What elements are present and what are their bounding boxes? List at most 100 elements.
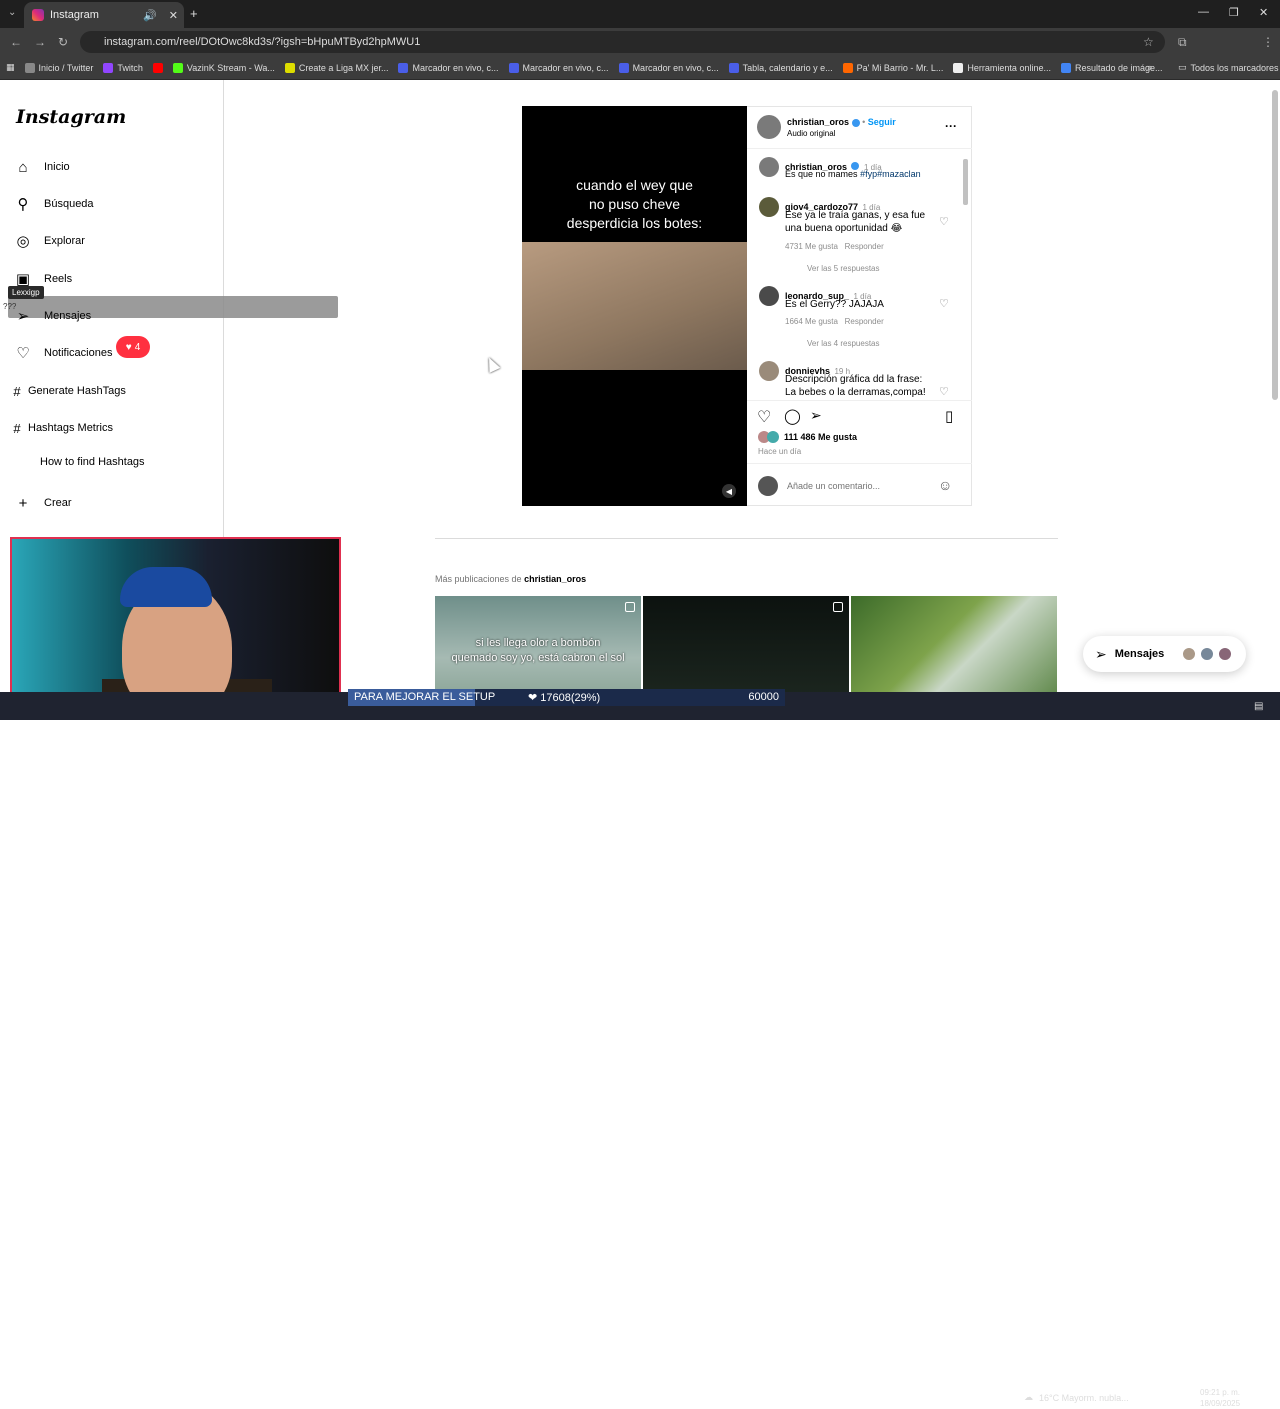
forward-icon[interactable]: → xyxy=(34,35,46,49)
reel-video[interactable]: cuando el wey que no puso cheve desperdi… xyxy=(522,106,747,506)
reload-icon[interactable]: ↻ xyxy=(58,35,68,49)
comment-input[interactable] xyxy=(787,478,927,494)
close-window-icon[interactable]: ✕ xyxy=(1259,6,1268,19)
menu-icon[interactable]: ⋮ xyxy=(1262,35,1274,49)
bookmark-item[interactable]: Marcador en vivo, c... xyxy=(508,62,609,73)
reply-button[interactable]: Responder xyxy=(845,242,884,251)
bookmark-item[interactable]: Marcador en vivo, c... xyxy=(398,62,499,73)
bookmark-item[interactable]: Twitch xyxy=(103,62,143,73)
page-scrollbar[interactable] xyxy=(1272,90,1278,400)
post-username[interactable]: christian_oros xyxy=(787,117,849,127)
apps-icon[interactable]: ▦ xyxy=(6,62,15,73)
avatar xyxy=(1182,647,1196,661)
follow-button[interactable]: Seguir xyxy=(868,117,896,127)
view-replies[interactable]: Ver las 4 respuestas xyxy=(807,339,879,348)
sidebar-item-inicio[interactable]: ⌂ Inicio xyxy=(14,154,69,180)
more-options-icon[interactable]: ··· xyxy=(945,119,957,133)
heart-icon: ♥ xyxy=(125,341,132,353)
comment-text: Ese ya le traía ganas, y esa fue una bue… xyxy=(785,210,926,234)
weather-text: 16°C Mayorm. nubla... xyxy=(1039,1392,1129,1403)
more-posts-username[interactable]: christian_oros xyxy=(524,574,586,584)
comment-text: Es el Gerry?? JAJAJA xyxy=(785,299,884,310)
system-clock[interactable]: 09:21 p. m. 18/09/2025 xyxy=(1200,1387,1240,1409)
likes-count[interactable]: 111 486 Me gusta xyxy=(784,432,857,442)
section-divider xyxy=(435,538,1058,539)
goal-target: 60000 xyxy=(748,691,779,703)
view-replies[interactable]: Ver las 5 respuestas xyxy=(807,264,879,273)
goal-current: ❤ 17608(29%) xyxy=(528,692,601,704)
avatar[interactable] xyxy=(757,115,781,139)
avatar[interactable] xyxy=(759,157,779,177)
save-icon[interactable]: ▯ xyxy=(945,407,953,425)
like-comment-icon[interactable]: ♡ xyxy=(939,215,949,228)
site-icon xyxy=(398,62,409,73)
close-tab-icon[interactable]: ✕ xyxy=(169,9,178,22)
bookmark-item[interactable]: VazinK Stream - Wa... xyxy=(172,62,275,73)
like-icon[interactable]: ♡ xyxy=(757,407,771,427)
sidebar-item-crear[interactable]: + Crear xyxy=(14,490,72,516)
comments-scrollbar[interactable] xyxy=(963,159,968,205)
bookmark-item[interactable]: Marcador en vivo, c... xyxy=(618,62,719,73)
instagram-logo[interactable]: Instagram xyxy=(16,106,126,128)
new-tab-icon[interactable]: + xyxy=(190,6,198,21)
comment-icon[interactable]: ◯ xyxy=(784,407,801,425)
avatar[interactable] xyxy=(759,286,779,306)
more-bookmarks-icon[interactable]: » xyxy=(1147,62,1152,72)
comment-likes[interactable]: 4731 Me gusta xyxy=(785,242,838,251)
weather-widget[interactable]: ☁ 16°C Mayorm. nubla... xyxy=(1024,1392,1129,1403)
speaker-icon[interactable]: 🔊 xyxy=(143,9,157,22)
sidebar-item-how-to-find-hashtags[interactable]: How to find Hashtags xyxy=(40,449,145,475)
url-field[interactable]: instagram.com/reel/DOtOwc8kd3s/?igsh=bHp… xyxy=(80,31,1165,53)
x-icon xyxy=(24,62,35,73)
heart-icon: ♡ xyxy=(16,345,30,362)
messages-button[interactable]: ➢ Mensajes xyxy=(1083,636,1246,672)
hashtag-link[interactable]: #fyp#mazaclan xyxy=(860,169,921,179)
minimize-icon[interactable]: — xyxy=(1198,6,1209,18)
bookmark-item[interactable]: Pa' Mi Barrio - Mr. L... xyxy=(842,62,943,73)
bookmark-item[interactable]: Inicio / Twitter xyxy=(24,62,93,73)
avatar[interactable] xyxy=(759,197,779,217)
bookmark-star-icon[interactable]: ☆ xyxy=(1143,35,1154,49)
emoji-icon[interactable]: ☺ xyxy=(938,477,952,493)
bookmark-item[interactable]: Tabla, calendario y e... xyxy=(728,62,833,73)
comment-text: Es que no mames #fyp#mazaclan xyxy=(785,169,921,179)
volume-icon[interactable]: ◀ xyxy=(722,484,736,498)
maximize-icon[interactable]: ❐ xyxy=(1229,6,1239,19)
extensions-icon[interactable]: ⧉ xyxy=(1178,35,1187,50)
like-comment-icon[interactable]: ♡ xyxy=(939,297,949,310)
avatar[interactable] xyxy=(759,361,779,381)
back-icon[interactable]: ← xyxy=(10,35,22,49)
sidebar-item-mensajes[interactable]: ➢ Mensajes xyxy=(14,303,91,329)
clock-time: 09:21 p. m. xyxy=(1200,1388,1241,1397)
divider xyxy=(747,400,972,401)
like-comment-icon[interactable]: ♡ xyxy=(939,385,949,398)
share-icon[interactable]: ➢ xyxy=(810,407,822,424)
sidebar-item-hashtags-metrics[interactable]: # Hashtags Metrics xyxy=(8,415,113,441)
reel-comments-panel: christian_oros • Seguir Audio original ·… xyxy=(747,106,972,506)
stream-goal-bar: PARA MEJORAR EL SETUP ❤ 17608(29%) 60000 xyxy=(348,689,785,706)
verified-icon xyxy=(851,118,860,127)
tab-title: Instagram xyxy=(50,9,99,21)
instagram-favicon-icon xyxy=(32,9,44,21)
sidebar-item-notificaciones[interactable]: ♡ Notificaciones xyxy=(14,340,112,366)
youtube-icon xyxy=(152,62,163,73)
browser-tab[interactable]: Instagram 🔊 ✕ xyxy=(24,2,184,28)
sidebar-item-generate-hashtags[interactable]: # Generate HashTags xyxy=(8,378,125,404)
reply-button[interactable]: Responder xyxy=(845,317,884,326)
audio-label[interactable]: Audio original xyxy=(787,129,835,138)
avatar xyxy=(1218,647,1232,661)
twitch-icon xyxy=(103,62,114,73)
all-bookmarks-folder[interactable]: ▭ Todos los marcadores xyxy=(1178,62,1279,73)
tab-list-icon[interactable]: ⌄ xyxy=(8,7,16,18)
avatar xyxy=(758,476,778,496)
bookmark-item[interactable]: Herramienta online... xyxy=(953,62,1051,73)
sidebar-item-explorar[interactable]: ◎ Explorar xyxy=(14,228,85,254)
comment-meta: 1664 Me gusta Responder xyxy=(785,317,884,326)
reel-icon xyxy=(833,602,843,612)
bookmark-item[interactable]: Create a Liga MX jer... xyxy=(284,62,388,73)
sidebar-item-busqueda[interactable]: ⚲ Búsqueda xyxy=(14,191,94,217)
notifications-icon[interactable]: ▤ xyxy=(1254,701,1263,712)
mouse-cursor-icon xyxy=(483,355,501,373)
bookmark-item[interactable] xyxy=(152,62,163,73)
comment-likes[interactable]: 1664 Me gusta xyxy=(785,317,838,326)
